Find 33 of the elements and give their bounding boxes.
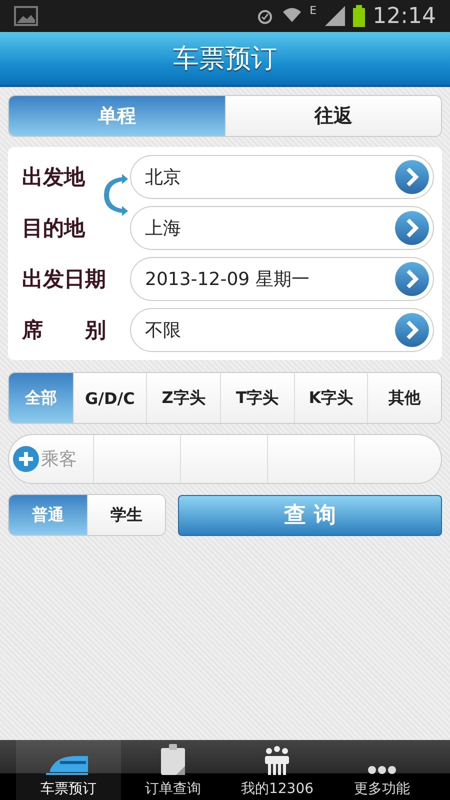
select-field[interactable]: 上海 <box>130 206 434 250</box>
train-type-tab[interactable]: Z字头 <box>146 373 220 423</box>
select-field[interactable]: 不限 <box>130 308 434 352</box>
train-type-tab[interactable]: 其他 <box>367 373 441 423</box>
chevron-icon[interactable] <box>395 262 429 296</box>
network-type: E <box>310 4 317 17</box>
chevron-icon[interactable] <box>395 160 429 194</box>
field-label: 出发日期 <box>22 266 107 293</box>
nav-tab[interactable]: 更多功能 <box>330 740 434 800</box>
field-label: 出发地 <box>22 164 86 191</box>
train-type-tab[interactable]: G/D/C <box>72 373 146 423</box>
nav-tab[interactable]: 我的12306 <box>225 740 330 800</box>
ticket-type-tab[interactable]: 学生 <box>86 495 165 535</box>
select-field[interactable]: 北京 <box>130 155 434 199</box>
select-field[interactable]: 2013-12-09 星期一 <box>130 257 434 301</box>
plus-icon <box>13 446 39 472</box>
train-type-tab[interactable]: T字头 <box>220 373 294 423</box>
more-icon <box>366 764 397 776</box>
chevron-icon[interactable] <box>395 313 429 347</box>
picture-icon <box>14 6 38 26</box>
page-title: 车票预订 <box>173 43 277 76</box>
clipboard-icon <box>160 744 186 776</box>
alarm-icon <box>256 7 274 25</box>
field-label: 目的地 <box>22 215 86 242</box>
field-label: 席 别 <box>22 317 107 344</box>
battery-icon <box>352 5 365 27</box>
nav-tab[interactable]: 车票预订 <box>16 740 120 800</box>
train-type-tab[interactable]: K字头 <box>294 373 368 423</box>
clock: 12:14 <box>372 4 436 28</box>
chevron-icon[interactable] <box>395 211 429 245</box>
nav-tab[interactable]: 订单查询 <box>120 740 225 800</box>
trip-tab[interactable]: 往返 <box>224 96 441 136</box>
signal-icon <box>324 6 345 26</box>
